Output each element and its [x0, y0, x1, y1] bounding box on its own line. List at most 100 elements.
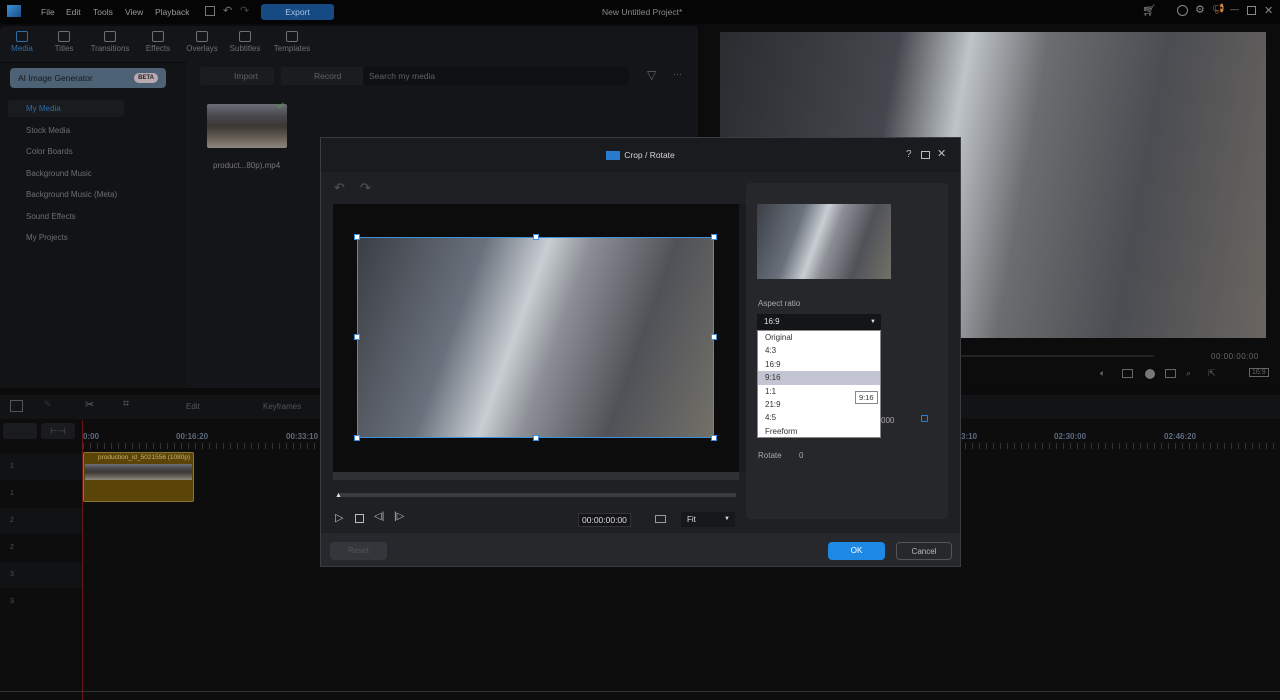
- aspect-ratio-select[interactable]: 16:9 ▼: [757, 314, 881, 330]
- safe-zone-icon[interactable]: [655, 515, 666, 523]
- zoom-slider[interactable]: [0, 691, 1280, 692]
- cart-icon[interactable]: 🛒︎: [1142, 4, 1156, 17]
- minimize-icon[interactable]: —: [1230, 4, 1239, 14]
- option-original[interactable]: Original: [758, 331, 880, 344]
- sidebar-item-background-music-meta[interactable]: Background Music (Meta): [26, 190, 117, 199]
- aspect-ratio-label: Aspect ratio: [758, 299, 801, 308]
- stop-icon[interactable]: [355, 514, 364, 523]
- pen-icon[interactable]: ✎: [44, 399, 52, 410]
- menu-file[interactable]: File: [41, 7, 55, 17]
- edit-button[interactable]: Edit: [186, 402, 200, 411]
- redo-icon[interactable]: ↷: [240, 4, 249, 17]
- render-preview-icon[interactable]: [1145, 369, 1155, 379]
- menu-tools[interactable]: Tools: [93, 7, 113, 17]
- tools-icon[interactable]: [10, 400, 23, 412]
- tab-templates[interactable]: Templates: [270, 31, 314, 53]
- close-icon[interactable]: ✕: [937, 147, 946, 160]
- tab-effects[interactable]: Effects: [136, 31, 180, 53]
- title-bar: File Edit Tools View Playback ↶ ↷ Export…: [0, 0, 1280, 24]
- dialog-title-bar: Crop / Rotate: [321, 138, 960, 172]
- ok-button[interactable]: OK: [828, 542, 885, 560]
- preview-seekbar[interactable]: [958, 355, 1154, 357]
- menu-view[interactable]: View: [125, 7, 143, 17]
- crop-handle[interactable]: [533, 234, 539, 240]
- next-frame-icon[interactable]: |▷: [394, 511, 404, 522]
- crop-handle[interactable]: [533, 435, 539, 441]
- ruler-label: 00:16:20: [176, 432, 209, 441]
- export-button[interactable]: Export: [261, 4, 334, 20]
- horizontal-scrollbar[interactable]: [333, 472, 739, 480]
- cancel-button[interactable]: Cancel: [896, 542, 952, 560]
- split-icon[interactable]: ✂: [85, 398, 94, 411]
- tab-transitions[interactable]: Transitions: [88, 31, 132, 53]
- snapshot-icon[interactable]: [1122, 369, 1133, 378]
- undo-icon[interactable]: ↶: [334, 180, 345, 196]
- undo-icon[interactable]: ↶: [223, 4, 232, 17]
- maximize-icon[interactable]: [921, 151, 930, 159]
- option-9-16[interactable]: 9:16: [758, 371, 880, 385]
- option-4-3[interactable]: 4:3: [758, 344, 880, 357]
- settings-icon[interactable]: ⚙: [1195, 3, 1205, 16]
- ruler-label: 00:33:10: [286, 432, 319, 441]
- undock-icon[interactable]: ⇱: [1208, 368, 1216, 379]
- timeline-clip[interactable]: production_id_5021556 (1080p): [83, 452, 194, 502]
- crop-icon[interactable]: ⌗: [123, 398, 129, 411]
- crop-handle[interactable]: [711, 234, 717, 240]
- filter-icon[interactable]: ▽: [647, 68, 656, 82]
- sidebar-item-sound-effects[interactable]: Sound Effects: [26, 212, 76, 221]
- zoom-select[interactable]: Fit ▼: [681, 512, 735, 527]
- volume-icon[interactable]: 🔈︎: [1100, 368, 1105, 379]
- close-icon[interactable]: ✕: [1264, 4, 1273, 17]
- save-icon[interactable]: [205, 6, 215, 16]
- fit-timeline-button[interactable]: ⊢⊣: [41, 423, 75, 439]
- crop-handle[interactable]: [354, 435, 360, 441]
- menu-edit[interactable]: Edit: [66, 7, 81, 17]
- seek-slider[interactable]: [338, 493, 736, 497]
- crop-handle[interactable]: [711, 334, 717, 340]
- sidebar-item-color-boards[interactable]: Color Boards: [26, 147, 73, 156]
- menu-playback[interactable]: Playback: [155, 7, 190, 17]
- record-button[interactable]: Record: [281, 67, 365, 85]
- crop-handle[interactable]: [711, 435, 717, 441]
- lock-icon[interactable]: [921, 415, 928, 422]
- help-icon[interactable]: ?: [906, 149, 912, 160]
- ai-image-generator-button[interactable]: AI Image Generator BETA: [10, 68, 166, 88]
- option-freeform[interactable]: Freeform: [758, 425, 880, 438]
- crop-handle[interactable]: [354, 234, 360, 240]
- media-item-label: product...80p).mp4: [213, 161, 281, 170]
- sidebar-item-stock-media[interactable]: Stock Media: [26, 126, 70, 135]
- crop-handle[interactable]: [354, 334, 360, 340]
- play-icon[interactable]: ▷: [335, 511, 343, 524]
- sidebar-item-my-media[interactable]: My Media: [26, 104, 61, 113]
- sidebar-item-background-music[interactable]: Background Music: [26, 169, 92, 178]
- subtitle-icon[interactable]: [1165, 369, 1176, 378]
- reset-button[interactable]: Reset: [330, 542, 387, 560]
- search-input[interactable]: Search my media: [363, 67, 629, 85]
- tab-media[interactable]: Media: [0, 31, 44, 53]
- ruler-label: 02:46:20: [1164, 432, 1197, 441]
- previous-frame-icon[interactable]: ◁|: [374, 511, 384, 522]
- tab-overlays[interactable]: Overlays: [180, 31, 224, 53]
- beta-badge: BETA: [134, 73, 158, 83]
- redo-icon[interactable]: ↷: [360, 180, 371, 196]
- option-4-5[interactable]: 4:5: [758, 411, 880, 424]
- more-icon[interactable]: ···: [673, 69, 682, 79]
- crop-frame[interactable]: [354, 234, 717, 441]
- aspect-ratio-badge[interactable]: 16:9: [1249, 368, 1269, 377]
- import-button[interactable]: Import: [200, 67, 274, 85]
- tab-subtitles[interactable]: Subtitles: [223, 31, 267, 53]
- dialog-timecode[interactable]: 00:00:00:00: [578, 513, 631, 527]
- notification-icon[interactable]: 📢︎: [1212, 4, 1225, 15]
- media-thumbnail[interactable]: [207, 104, 287, 148]
- zoom-icon[interactable]: ⌕: [1186, 368, 1191, 379]
- maximize-icon[interactable]: [1247, 6, 1256, 15]
- rotate-label: Rotate: [758, 451, 782, 460]
- option-16-9[interactable]: 16:9: [758, 358, 880, 371]
- tab-titles[interactable]: Titles: [42, 31, 86, 53]
- track-manager-button[interactable]: [3, 423, 37, 439]
- keyframes-button[interactable]: Keyframes: [263, 402, 301, 411]
- rotate-value[interactable]: 0: [799, 451, 803, 460]
- account-icon[interactable]: [1177, 5, 1188, 16]
- sidebar-item-my-projects[interactable]: My Projects: [26, 233, 68, 242]
- seek-thumb[interactable]: ▲: [335, 492, 342, 499]
